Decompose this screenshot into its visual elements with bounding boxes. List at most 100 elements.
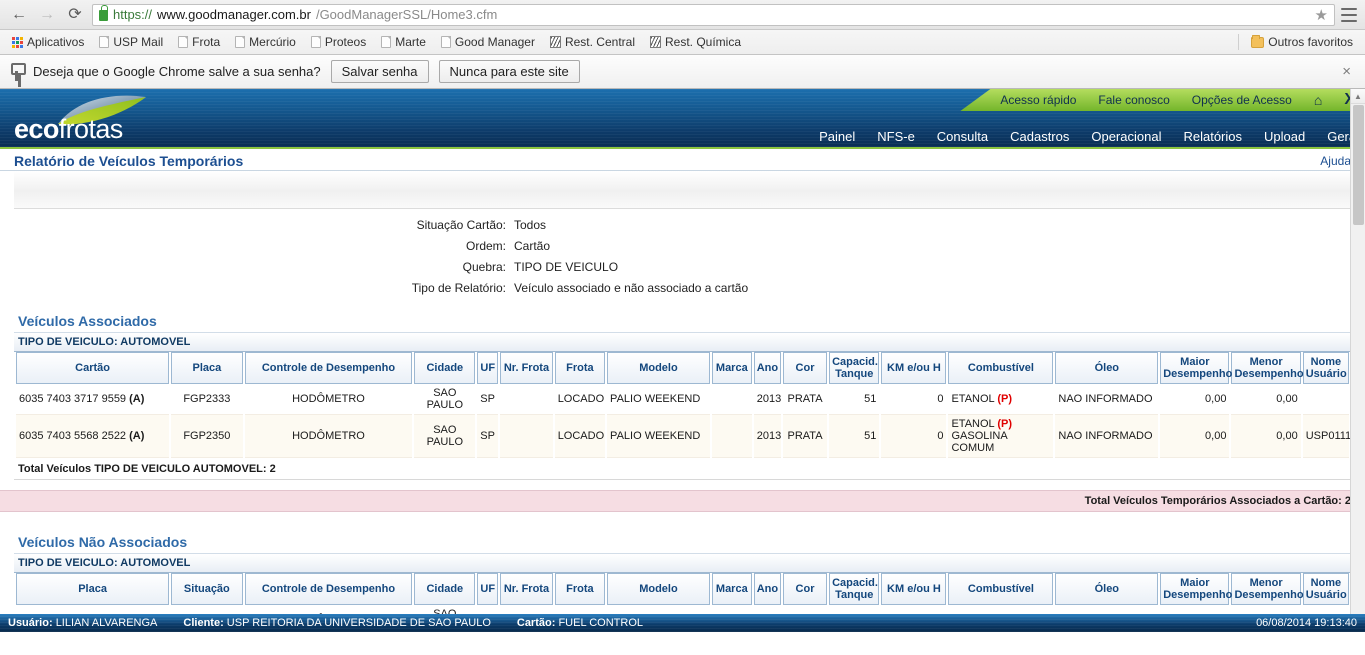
col-ano[interactable]: Ano [753,573,781,605]
cell-km: 0 [881,415,947,458]
col-frota[interactable]: Frota [554,573,606,605]
filter-row: Situação Cartão: Todos [14,215,1351,236]
col-ano[interactable]: Ano [753,352,781,384]
filter-row: Ordem: Cartão [14,236,1351,257]
col-oleo[interactable]: Óleo [1055,573,1159,605]
col-capacidade-tanque[interactable]: Capacid. Tanque [829,352,880,384]
help-link[interactable]: Ajuda [1320,154,1351,168]
cell-capacidade: 51 [829,605,879,614]
col-situacao[interactable]: Situação [171,573,243,605]
link-acesso-rapido[interactable]: Acesso rápido [1000,93,1076,107]
col-cor[interactable]: Cor [783,573,828,605]
cell-placa[interactable]: FGP2333 [171,384,243,415]
close-icon[interactable]: × [1342,63,1355,80]
col-marca[interactable]: Marca [711,573,752,605]
nav-item-nfse[interactable]: NFS-e [877,129,915,144]
document-icon [310,36,321,48]
bookmark-rest-quimica[interactable]: Rest. Química [644,33,747,51]
nav-item-relatorios[interactable]: Relatórios [1183,129,1242,144]
ecofrotas-logo[interactable]: ecofrotas [14,95,149,147]
scroll-up-arrow-icon[interactable]: ▲ [1351,89,1365,104]
nav-item-consulta[interactable]: Consulta [937,129,988,144]
scrollbar-thumb[interactable] [1353,105,1364,225]
nav-item-cadastros[interactable]: Cadastros [1010,129,1069,144]
bookmark-good-manager[interactable]: Good Manager [435,33,541,51]
bookmark-apps[interactable]: Aplicativos [6,33,90,51]
password-save-infobar: Deseja que o Google Chrome salve a sua s… [0,55,1365,89]
cell-placa[interactable]: FGP2350 [171,415,243,458]
cell-cartao: 6035 7403 3717 9559 (A) [16,384,170,415]
page-scrollbar[interactable]: ▲ [1350,89,1365,614]
nav-item-painel[interactable]: Painel [819,129,855,144]
col-cidade[interactable]: Cidade [414,352,476,384]
bookmark-label: Good Manager [454,35,535,49]
section-title-not-associated: Veículos Não Associados [14,530,1351,554]
folder-icon [1251,34,1265,48]
document-icon [178,36,189,48]
cell-menor: 0,00 [1231,605,1300,614]
col-uf[interactable]: UF [477,573,499,605]
bookmark-usp-mail[interactable]: USP Mail [93,33,169,51]
col-controle-desempenho[interactable]: Controle de Desempenho [244,352,413,384]
col-nr-frota[interactable]: Nr. Frota [500,573,553,605]
bookmark-marte[interactable]: Marte [375,33,432,51]
nav-item-upload[interactable]: Upload [1264,129,1305,144]
nav-item-operacional[interactable]: Operacional [1091,129,1161,144]
col-maior-desempenho[interactable]: Maior Desempenho [1160,352,1232,384]
never-for-this-site-button[interactable]: Nunca para este site [438,60,580,83]
col-oleo[interactable]: Óleo [1055,352,1159,384]
home-icon[interactable]: ⌂ [1314,92,1322,108]
col-modelo[interactable]: Modelo [607,352,710,384]
document-icon [99,36,110,48]
col-menor-desempenho[interactable]: Menor Desempenho [1231,573,1304,605]
table-row: 6035 7403 3717 9559 (A) FGP2333 HODÔMETR… [16,384,1349,415]
menu-icon[interactable] [1341,7,1357,22]
cell-capacidade: 51 [829,415,880,458]
quick-access-bar: Acesso rápido Fale conosco Opções de Ace… [960,89,1365,111]
col-frota[interactable]: Frota [554,352,606,384]
cell-modelo: PALIO WEEKEND [607,384,710,415]
status-client-label: Cliente: [183,617,224,629]
infobar-message: Deseja que o Google Chrome salve a sua s… [33,64,321,79]
cell-cor: PRATA [783,384,828,415]
cell-uf: SP [477,415,499,458]
back-arrow-icon[interactable]: ← [8,4,30,26]
bookmark-star-icon[interactable]: ★ [1315,6,1328,24]
forward-arrow-icon[interactable]: → [36,4,58,26]
link-fale-conosco[interactable]: Fale conosco [1098,93,1169,107]
col-combustivel[interactable]: Combustível [948,573,1054,605]
url-scheme: https:// [113,7,153,22]
col-cartao[interactable]: Cartão [16,352,170,384]
cell-placa[interactable]: FGP2260 [16,605,169,614]
address-bar[interactable]: https:// www.goodmanager.com.br/GoodManag… [92,3,1335,26]
col-modelo[interactable]: Modelo [607,573,710,605]
link-opcoes-de-acesso[interactable]: Opções de Acesso [1192,93,1292,107]
col-capacidade-tanque[interactable]: Capacid. Tanque [829,573,880,605]
cell-menor: 0,00 [1231,415,1301,458]
col-combustivel[interactable]: Combustível [948,352,1054,384]
col-nome-usuario[interactable]: Nome Usuário [1302,352,1349,384]
col-placa[interactable]: Placa [16,573,170,605]
cell-combustivel: ETANOL (P) GASOLINA COMUM [948,415,1054,458]
status-client-value: USP REITORIA DA UNIVERSIDADE DE SAO PAUL… [226,617,491,629]
col-nr-frota[interactable]: Nr. Frota [500,352,553,384]
col-cor[interactable]: Cor [783,352,828,384]
col-controle-desempenho[interactable]: Controle de Desempenho [244,573,413,605]
col-uf[interactable]: UF [477,352,499,384]
col-marca[interactable]: Marca [711,352,752,384]
bookmark-rest-central[interactable]: Rest. Central [544,33,641,51]
col-km-ou-h[interactable]: KM e/ou H [881,352,947,384]
bookmark-other-favorites[interactable]: Outros favoritos [1245,33,1359,51]
col-placa[interactable]: Placa [171,352,243,384]
bookmark-proteos[interactable]: Proteos [305,33,372,51]
col-cidade[interactable]: Cidade [414,573,476,605]
bookmark-frota[interactable]: Frota [172,33,226,51]
col-nome-usuario[interactable]: Nome Usuário [1302,573,1349,605]
col-menor-desempenho[interactable]: Menor Desempenho [1231,352,1304,384]
col-maior-desempenho[interactable]: Maior Desempenho [1160,573,1232,605]
bookmark-mercurio[interactable]: Mercúrio [229,33,302,51]
reload-icon[interactable]: ⟳ [64,4,86,26]
col-km-ou-h[interactable]: KM e/ou H [881,573,947,605]
save-password-button[interactable]: Salvar senha [330,60,429,83]
bookmark-label: Proteos [324,35,367,49]
